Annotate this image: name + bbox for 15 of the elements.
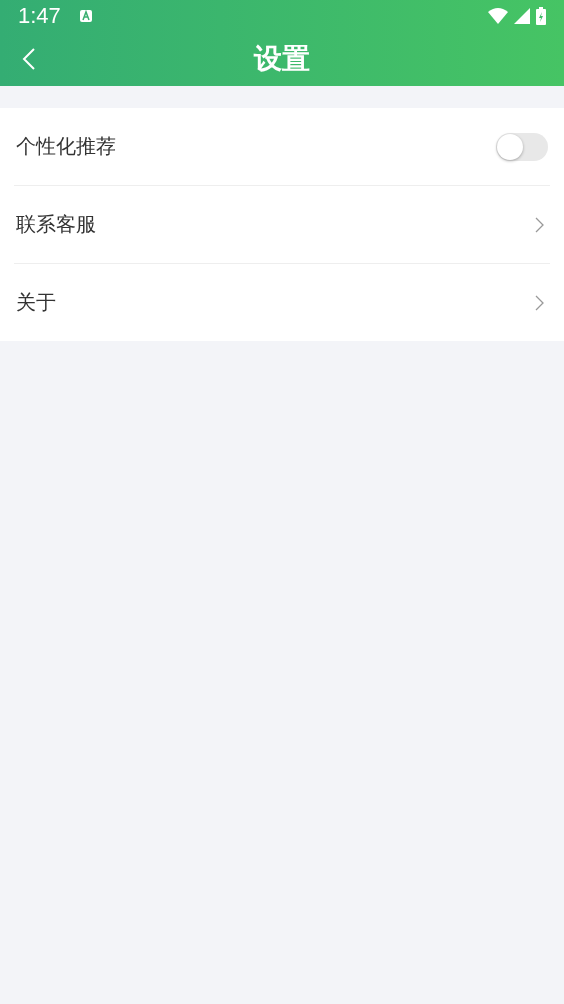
chevron-right-icon xyxy=(535,216,544,233)
settings-label: 联系客服 xyxy=(16,211,96,238)
wifi-icon xyxy=(488,8,508,24)
settings-label: 关于 xyxy=(16,289,56,316)
settings-label: 个性化推荐 xyxy=(16,133,116,160)
status-time: 1:47 xyxy=(18,3,61,29)
battery-icon xyxy=(536,7,546,25)
keyboard-icon xyxy=(78,9,93,23)
settings-row[interactable]: 关于 xyxy=(14,264,550,341)
chevron-right-icon xyxy=(535,294,544,311)
page-title: 设置 xyxy=(254,41,310,77)
signal-icon xyxy=(514,8,530,24)
settings-row[interactable]: 联系客服 xyxy=(14,186,550,264)
toggle-switch[interactable] xyxy=(496,132,548,161)
settings-row[interactable]: 个性化推荐 xyxy=(14,108,550,186)
